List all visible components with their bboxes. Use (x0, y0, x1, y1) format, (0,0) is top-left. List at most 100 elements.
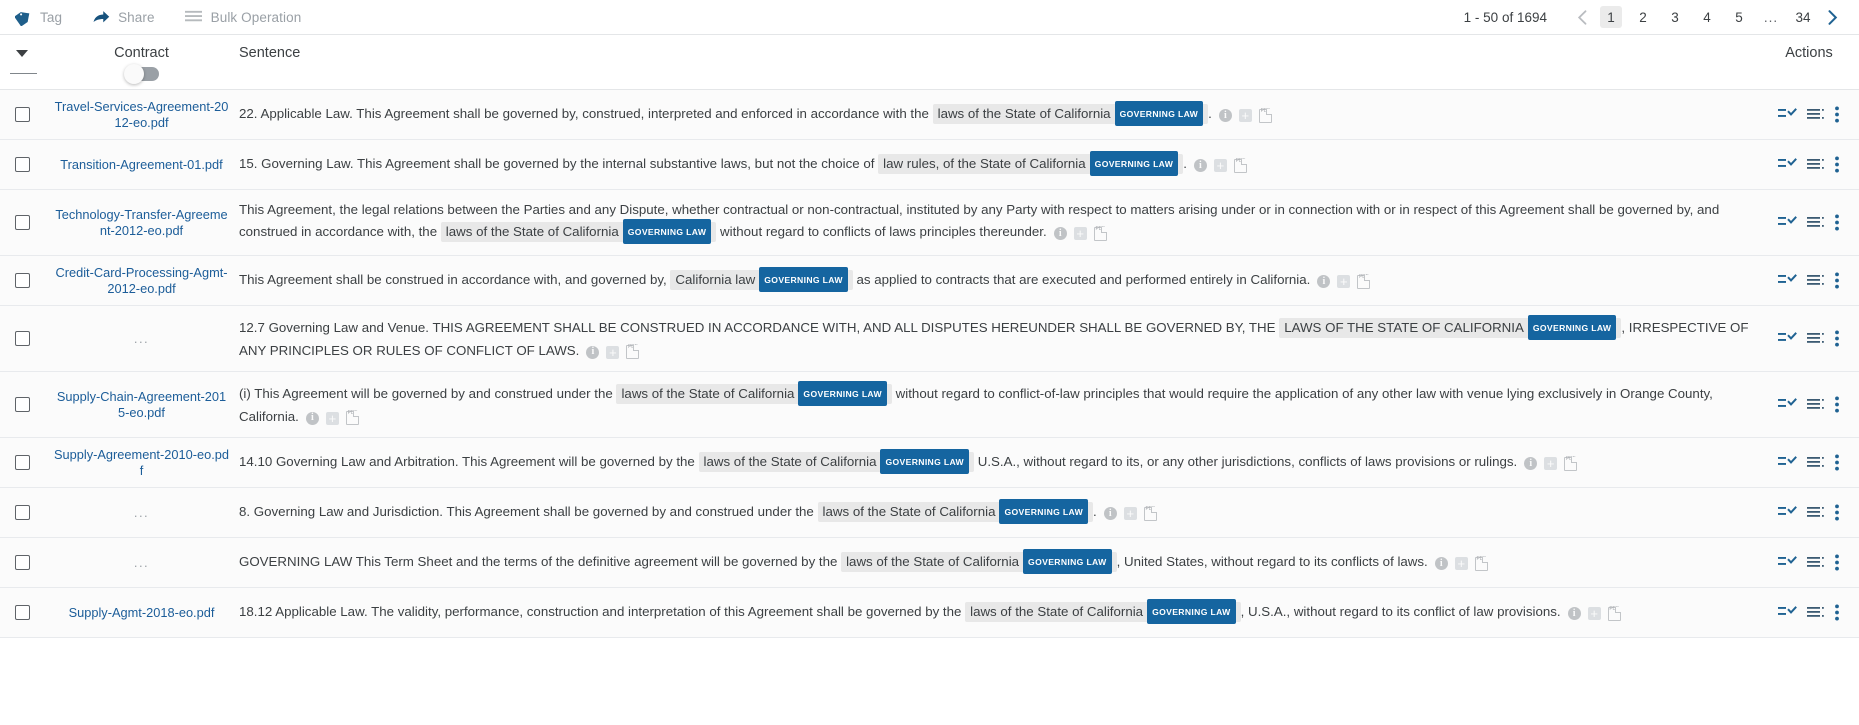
highlighted-clause[interactable]: laws of the State of California GOVERNING… (932, 101, 1209, 126)
row-checkbox[interactable] (14, 215, 30, 230)
table-row[interactable]: Transition-Agreement-01.pdf 15. Governing… (0, 140, 1859, 190)
contract-name-link[interactable]: Supply-Agmt-2018-eo.pdf (69, 605, 215, 621)
list-lines-icon[interactable] (1807, 273, 1824, 288)
more-vertical-icon[interactable] (1834, 396, 1840, 413)
governing-law-badge[interactable]: GOVERNING LAW (798, 381, 887, 406)
add-icon[interactable]: + (1213, 159, 1227, 172)
more-vertical-icon[interactable] (1834, 454, 1840, 471)
more-vertical-icon[interactable] (1834, 214, 1840, 231)
task-list-check-icon[interactable] (1778, 505, 1797, 520)
add-icon[interactable]: + (1123, 507, 1137, 520)
pagination-page-2[interactable]: 2 (1632, 6, 1654, 28)
table-row[interactable]: ... 12.7 Governing Law and Venue. THIS AG… (0, 306, 1859, 372)
table-row[interactable]: Supply-Chain-Agreement-2015-eo.pdf (i) Th… (0, 372, 1859, 438)
add-icon[interactable]: + (325, 411, 339, 425)
info-icon[interactable]: i (1317, 275, 1331, 288)
task-list-check-icon[interactable] (1778, 157, 1797, 172)
pdf-icon[interactable]: PDF (1143, 506, 1157, 521)
task-list-check-icon[interactable] (1778, 605, 1797, 620)
pagination-page-4[interactable]: 4 (1696, 6, 1718, 28)
governing-law-badge[interactable]: GOVERNING LAW (1089, 151, 1179, 176)
pdf-icon[interactable]: PDF (1357, 274, 1371, 289)
more-vertical-icon[interactable] (1834, 272, 1840, 289)
more-vertical-icon[interactable] (1834, 504, 1840, 521)
info-icon[interactable]: i (1218, 109, 1232, 122)
highlighted-clause[interactable]: laws of the State of California GOVERNING… (616, 381, 892, 406)
contract-name-hidden[interactable]: ... (134, 505, 149, 521)
tag-button[interactable]: Tag (14, 8, 62, 26)
highlighted-clause[interactable]: laws of the State of California GOVERNING… (698, 449, 975, 474)
more-vertical-icon[interactable] (1834, 156, 1840, 173)
governing-law-badge[interactable]: GOVERNING LAW (1023, 549, 1112, 574)
task-list-check-icon[interactable] (1778, 455, 1797, 470)
add-icon[interactable]: + (1238, 109, 1252, 122)
highlighted-clause[interactable]: California law GOVERNING LAW (670, 267, 853, 292)
table-row[interactable]: ... 8. Governing Law and Jurisdiction. Th… (0, 488, 1859, 538)
bulk-operation-button[interactable]: Bulk Operation (185, 8, 302, 26)
pdf-icon[interactable]: PDF (345, 410, 359, 426)
more-vertical-icon[interactable] (1834, 604, 1840, 621)
pdf-icon[interactable]: PDF (1564, 456, 1578, 471)
row-checkbox[interactable] (14, 107, 30, 122)
table-row[interactable]: Credit-Card-Processing-Agmt-2012-eo.pdf … (0, 256, 1859, 306)
list-lines-icon[interactable] (1807, 455, 1824, 470)
contract-name-link[interactable]: Supply-Chain-Agreement-2015-eo.pdf (54, 389, 229, 421)
info-icon[interactable]: i (1524, 457, 1538, 470)
add-icon[interactable]: + (1073, 227, 1087, 240)
contract-name-hidden[interactable]: ... (134, 555, 149, 571)
pagination-page-1[interactable]: 1 (1600, 6, 1622, 28)
highlighted-clause[interactable]: laws of the State of California GOVERNING… (440, 219, 717, 244)
list-lines-icon[interactable] (1807, 397, 1824, 412)
governing-law-badge[interactable]: GOVERNING LAW (759, 267, 848, 292)
info-icon[interactable]: i (1103, 507, 1117, 520)
task-list-check-icon[interactable] (1778, 331, 1797, 346)
table-row[interactable]: Supply-Agreement-2010-eo.pdf 14.10 Govern… (0, 438, 1859, 488)
list-lines-icon[interactable] (1807, 605, 1824, 620)
sort-caret-down-icon[interactable] (16, 50, 28, 57)
more-vertical-icon[interactable] (1834, 106, 1840, 123)
pagination-page-34[interactable]: 34 (1792, 6, 1814, 28)
info-icon[interactable]: i (1567, 607, 1581, 620)
contract-name-link[interactable]: Supply-Agreement-2010-eo.pdf (54, 447, 229, 479)
add-icon[interactable]: + (606, 345, 620, 359)
pdf-icon[interactable]: PDF (1474, 556, 1488, 571)
more-vertical-icon[interactable] (1834, 554, 1840, 571)
list-lines-icon[interactable] (1807, 331, 1824, 346)
pdf-icon[interactable]: PDF (626, 344, 640, 360)
task-list-check-icon[interactable] (1778, 107, 1797, 122)
contract-name-hidden[interactable]: ... (134, 331, 149, 347)
row-checkbox[interactable] (14, 331, 30, 346)
table-row[interactable]: Supply-Agmt-2018-eo.pdf 18.12 Applicable … (0, 588, 1859, 638)
info-icon[interactable]: i (305, 411, 319, 425)
pdf-icon[interactable]: PDF (1093, 226, 1107, 241)
governing-law-badge[interactable]: GOVERNING LAW (1114, 101, 1204, 126)
task-list-check-icon[interactable] (1778, 215, 1797, 230)
row-checkbox[interactable] (14, 505, 30, 520)
pdf-icon[interactable]: PDF (1607, 606, 1621, 621)
table-row[interactable]: Technology-Transfer-Agreement-2012-eo.pd… (0, 190, 1859, 256)
row-checkbox[interactable] (14, 397, 30, 412)
info-icon[interactable]: i (1053, 227, 1067, 240)
table-row[interactable]: ... GOVERNING LAW This Term Sheet and the… (0, 538, 1859, 588)
governing-law-badge[interactable]: GOVERNING LAW (999, 499, 1089, 524)
governing-law-badge[interactable]: GOVERNING LAW (880, 449, 970, 474)
contract-name-link[interactable]: Transition-Agreement-01.pdf (60, 157, 222, 173)
contract-name-link[interactable]: Credit-Card-Processing-Agmt-2012-eo.pdf (54, 265, 229, 297)
governing-law-badge[interactable]: GOVERNING LAW (622, 219, 712, 244)
task-list-check-icon[interactable] (1778, 555, 1797, 570)
pagination-next-button[interactable] (1819, 4, 1845, 30)
row-checkbox[interactable] (14, 273, 30, 288)
row-checkbox[interactable] (14, 157, 30, 172)
add-icon[interactable]: + (1587, 607, 1601, 620)
highlighted-clause[interactable]: laws of the State of California GOVERNING… (817, 499, 1094, 524)
add-icon[interactable]: + (1337, 275, 1351, 288)
row-checkbox[interactable] (14, 455, 30, 470)
add-icon[interactable]: + (1454, 557, 1468, 570)
governing-law-badge[interactable]: GOVERNING LAW (1147, 599, 1236, 624)
info-icon[interactable]: i (1434, 557, 1448, 570)
pdf-icon[interactable]: PDF (1258, 108, 1272, 123)
list-lines-icon[interactable] (1807, 215, 1824, 230)
highlighted-clause[interactable]: laws of the State of California GOVERNING… (965, 599, 1241, 624)
pagination-page-5[interactable]: 5 (1728, 6, 1750, 28)
table-row[interactable]: Travel-Services-Agreement-2012-eo.pdf 22.… (0, 90, 1859, 140)
